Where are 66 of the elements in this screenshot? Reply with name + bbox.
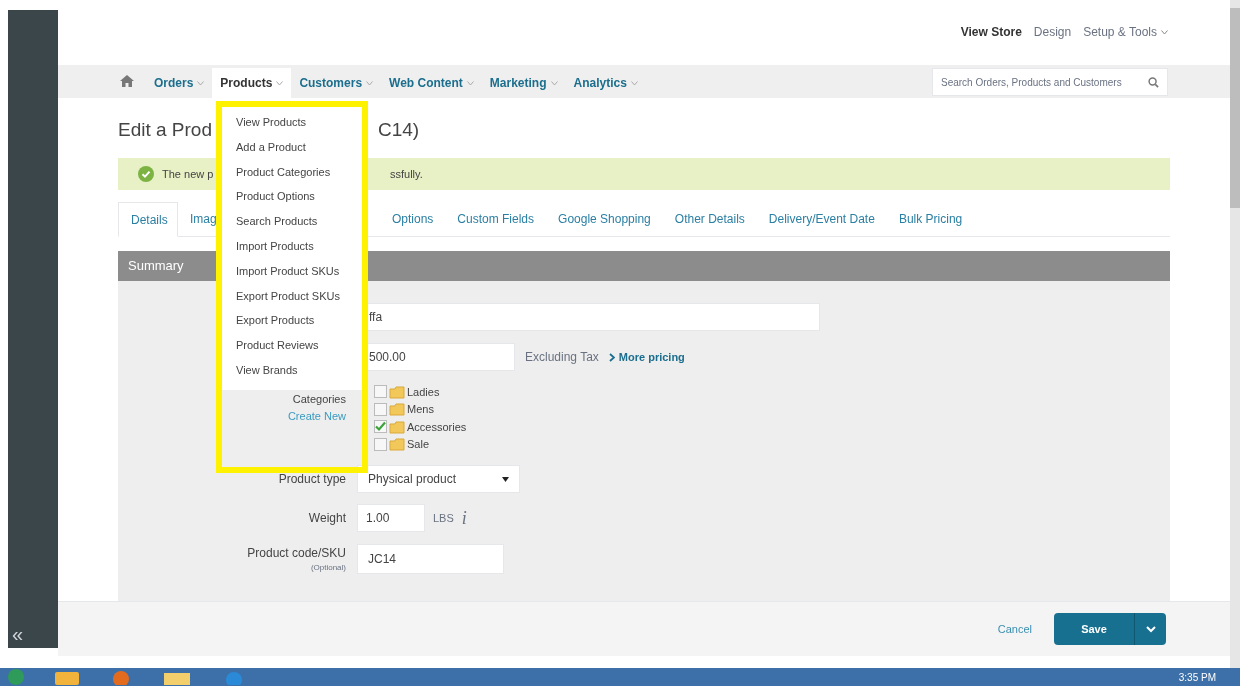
field-label: Product type xyxy=(277,471,346,489)
page-title: C14) xyxy=(378,117,420,142)
chevron-right-icon xyxy=(608,352,615,362)
price-note: Excluding Tax xyxy=(525,349,599,367)
page-title: Edit a Prod xyxy=(118,117,212,142)
nav-tab[interactable]: Web Content xyxy=(381,68,482,99)
optional-hint: (Optional) xyxy=(310,562,346,575)
field-label: Product code/SKU xyxy=(247,545,346,563)
cancel-link[interactable]: Cancel xyxy=(997,620,1032,638)
menu-item[interactable]: Product Options xyxy=(222,188,362,214)
tab[interactable]: Details xyxy=(118,202,178,238)
create-new-link[interactable]: Create New xyxy=(287,407,346,425)
tab[interactable]: Bulk Pricing xyxy=(886,201,975,237)
category-label: Ladies xyxy=(407,384,440,400)
search-field[interactable]: Search Orders, Products and Customers xyxy=(932,68,1168,97)
caret-down-icon xyxy=(366,80,374,86)
sku-field[interactable]: JC14 xyxy=(357,544,504,575)
caret-down-icon[interactable] xyxy=(1145,625,1156,633)
menu-item[interactable]: Search Products xyxy=(222,213,362,238)
menu-item[interactable]: Import Products xyxy=(222,238,362,263)
nav-tab[interactable]: Products xyxy=(212,68,292,99)
caret-down-icon xyxy=(630,80,638,86)
checkbox[interactable] xyxy=(374,385,387,399)
menu-item[interactable]: Add a Product xyxy=(222,138,362,164)
unit-label: LBS xyxy=(433,510,454,526)
caret-down-icon xyxy=(276,80,284,86)
tab[interactable]: Google Shopping xyxy=(546,201,663,237)
menu-item[interactable]: View Products xyxy=(222,114,362,139)
category-label: Mens xyxy=(407,402,434,418)
checkbox[interactable] xyxy=(374,402,387,416)
caret-down-icon xyxy=(466,80,474,86)
nav-tab[interactable]: Marketing xyxy=(481,68,566,99)
tab[interactable]: Options xyxy=(380,201,446,237)
home-icon[interactable] xyxy=(120,75,134,88)
nav-tab[interactable]: Customers xyxy=(291,68,382,99)
dropdown-arrow-icon xyxy=(502,476,509,482)
menu-item[interactable]: Import Product SKUs xyxy=(222,262,362,288)
category-label: Sale xyxy=(407,437,430,453)
banner-text: ssfully. xyxy=(390,166,423,182)
weight-field[interactable]: 1.00 xyxy=(357,504,425,533)
field-label: Weight xyxy=(307,510,346,528)
taskbar-clock: 3:35 PM xyxy=(1178,670,1217,685)
top-link[interactable]: Design xyxy=(1033,23,1072,42)
top-link[interactable]: View Store xyxy=(960,23,1022,42)
banner-text: The new p xyxy=(162,166,214,182)
more-pricing-link[interactable]: More pricing xyxy=(608,348,685,366)
menu-item[interactable]: Product Categories xyxy=(222,163,362,189)
search-icon xyxy=(1148,76,1159,88)
caret-down-icon xyxy=(197,80,205,86)
nav-tab[interactable]: Orders xyxy=(146,68,213,99)
caret-down-icon xyxy=(550,80,558,86)
start-orb-icon[interactable] xyxy=(8,669,24,685)
check-icon xyxy=(138,166,154,183)
checkbox[interactable] xyxy=(374,437,387,451)
collapse-sidebar-button[interactable]: « xyxy=(8,624,58,648)
top-link[interactable]: Setup & Tools xyxy=(1083,23,1168,42)
info-icon[interactable]: i xyxy=(461,504,467,532)
field-label: Categories xyxy=(292,392,346,408)
category-label: Accessories xyxy=(407,419,467,435)
nav-tab[interactable]: Analytics xyxy=(565,68,646,99)
save-button[interactable]: Save xyxy=(1054,613,1166,646)
tab[interactable]: Other Details xyxy=(662,201,757,237)
checkbox[interactable] xyxy=(374,420,387,434)
product-type-select[interactable]: Physical product xyxy=(357,465,520,494)
tab[interactable]: Delivery/Event Date xyxy=(756,201,887,237)
tab[interactable]: Custom Fields xyxy=(445,201,547,237)
